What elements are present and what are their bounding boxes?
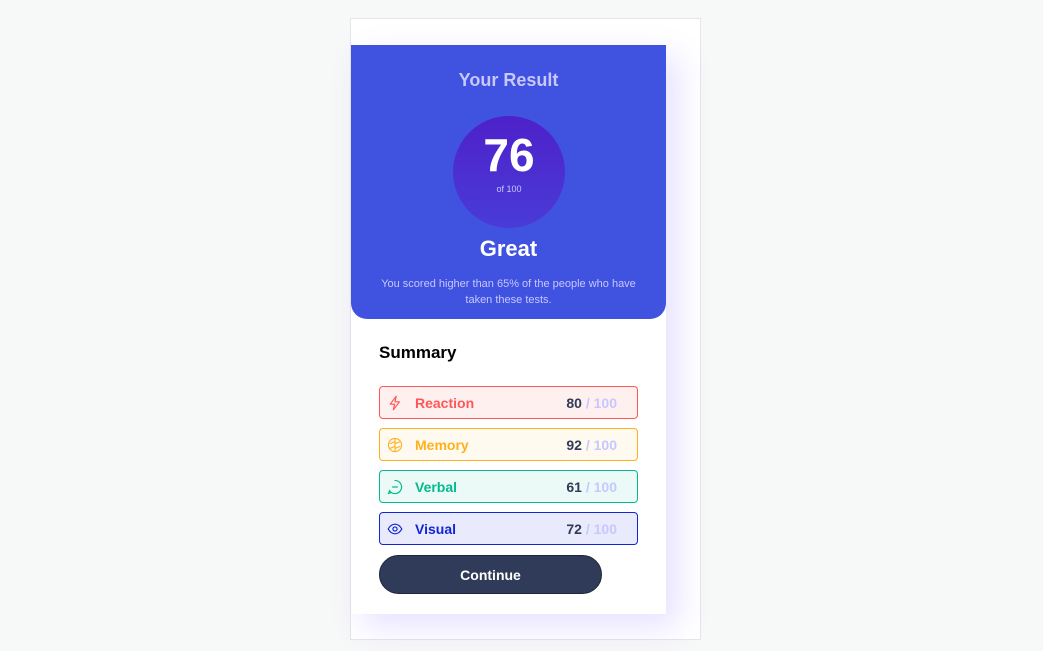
- results-summary-card: Your Result 76 of 100 Great You scored h…: [351, 45, 666, 614]
- continue-button[interactable]: Continue: [379, 555, 602, 594]
- score-max-label: of 100: [496, 184, 522, 194]
- score-value: 76: [483, 129, 535, 181]
- score-max: / 100: [585, 521, 617, 537]
- summary-label: Visual: [415, 521, 456, 537]
- summary-row-visual: Visual 72 / 100: [379, 512, 638, 545]
- summary-title: Summary: [379, 343, 457, 362]
- score-value: 72: [566, 521, 582, 537]
- summary-label: Verbal: [415, 479, 458, 495]
- summary-score: 61 / 100: [566, 479, 617, 495]
- eye-icon: [387, 521, 403, 537]
- summary-row-verbal: Verbal 61 / 100: [379, 470, 638, 503]
- score-max: / 100: [585, 479, 617, 495]
- summary-row-reaction: Reaction 80 / 100: [379, 386, 638, 419]
- score-value: 61: [566, 479, 582, 495]
- summary-row-memory: Memory 92 / 100: [379, 428, 638, 461]
- result-title: Your Result: [458, 70, 559, 90]
- chat-bubble-icon: [387, 479, 403, 495]
- summary-score: 92 / 100: [566, 437, 617, 453]
- brain-icon: [387, 437, 403, 453]
- summary-score: 72 / 100: [566, 521, 617, 537]
- summary-score: 80 / 100: [566, 395, 617, 411]
- score-value: 80: [566, 395, 582, 411]
- lightning-icon: [387, 395, 403, 411]
- result-panel: Your Result 76 of 100 Great You scored h…: [351, 45, 666, 319]
- page-frame: Your Result 76 of 100 Great You scored h…: [350, 18, 701, 640]
- score-max: / 100: [585, 437, 617, 453]
- score-max: / 100: [585, 395, 617, 411]
- summary-label: Memory: [415, 437, 469, 453]
- result-verdict: Great: [479, 236, 538, 261]
- score-value: 92: [566, 437, 582, 453]
- result-description: You scored higher than 65% of the people…: [381, 278, 636, 306]
- summary-label: Reaction: [415, 395, 475, 411]
- score-circle: 76 of 100: [453, 116, 565, 228]
